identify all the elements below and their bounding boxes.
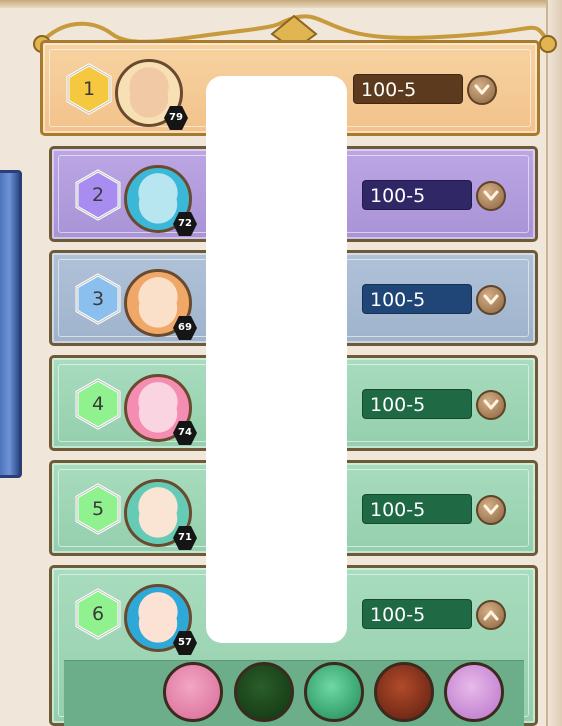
barrel-skill-icon[interactable]: [374, 662, 434, 722]
chevron-down-icon: [483, 190, 499, 201]
stage-code: 100-5: [362, 494, 472, 524]
rank-hexagon: 3: [74, 273, 122, 325]
heal-ring-skill-icon[interactable]: [304, 662, 364, 722]
chevron-up-icon: [483, 610, 499, 621]
stage-code: 100-5: [362, 599, 472, 629]
chevron-down-icon: [483, 504, 499, 515]
expand-button[interactable]: [476, 495, 506, 525]
pink-hair-skill-icon[interactable]: [163, 662, 223, 722]
character-portrait[interactable]: 57: [124, 584, 197, 655]
top-frame-edge: [0, 0, 562, 8]
meditation-skill-icon[interactable]: [234, 662, 294, 722]
rank-number: 5: [91, 498, 105, 520]
ghost-skill-icon[interactable]: [444, 662, 504, 722]
ranking-screen: 1 79 100-5 2 72 100-5 3 69 100-5 4 74 100-5 5 71 100-5…: [0, 0, 562, 726]
stage-code: 100-5: [353, 74, 463, 104]
expand-button[interactable]: [476, 181, 506, 211]
character-portrait[interactable]: 69: [124, 269, 197, 340]
chevron-down-icon: [474, 84, 490, 95]
character-portrait[interactable]: 79: [115, 59, 188, 130]
rank-hexagon: 1: [65, 63, 113, 115]
stage-code: 100-5: [362, 284, 472, 314]
left-side-panel: [0, 170, 22, 478]
chevron-down-icon: [483, 294, 499, 305]
rank-hexagon: 6: [74, 588, 122, 640]
blank-overlay-panel: [206, 76, 347, 643]
rank-number: 3: [91, 288, 105, 310]
stage-code: 100-5: [362, 389, 472, 419]
rank-number: 4: [91, 393, 105, 415]
expand-button[interactable]: [467, 75, 497, 105]
collapse-button[interactable]: [476, 600, 506, 630]
expand-button[interactable]: [476, 285, 506, 315]
rank-hexagon: 2: [74, 169, 122, 221]
rank-number: 1: [82, 78, 96, 100]
expand-button[interactable]: [476, 390, 506, 420]
stage-code: 100-5: [362, 180, 472, 210]
rank-number: 6: [91, 603, 105, 625]
character-portrait[interactable]: 72: [124, 165, 197, 236]
right-frame-edge: [546, 0, 562, 726]
chevron-down-icon: [483, 399, 499, 410]
character-portrait[interactable]: 71: [124, 479, 197, 550]
character-portrait[interactable]: 74: [124, 374, 197, 445]
rank-hexagon: 4: [74, 378, 122, 430]
rank-number: 2: [91, 184, 105, 206]
rank-hexagon: 5: [74, 483, 122, 535]
